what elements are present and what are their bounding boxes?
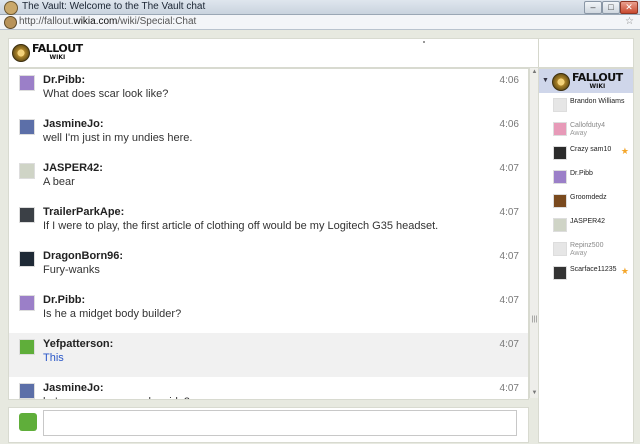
message-input-row <box>8 407 529 443</box>
maximize-button[interactable]: □ <box>602 1 620 14</box>
user-list-avatar <box>553 266 567 280</box>
user-list-avatar <box>553 218 567 232</box>
user-list-item[interactable]: Repinz500 Away <box>539 239 633 263</box>
chat-message: TrailerParkApe: If I were to play, the fi… <box>9 201 528 245</box>
user-list-avatar <box>553 170 567 184</box>
moderator-star-icon: ★ <box>620 266 629 276</box>
collapse-caret-icon[interactable]: ▼ <box>542 77 549 84</box>
user-list-item[interactable]: Groomdedz <box>539 191 633 215</box>
message-username[interactable]: TrailerParkApe: <box>43 206 124 218</box>
message-timestamp: 4:07 <box>499 163 519 174</box>
user-avatar[interactable] <box>19 383 35 399</box>
message-username[interactable]: JasmineJo: <box>43 118 104 130</box>
chat-message: Dr.Pibb: What does scar look like? 4:06 <box>9 69 528 113</box>
sidebar-vault-cog-icon <box>552 73 570 91</box>
user-list-item[interactable]: Brandon Williams <box>539 95 633 119</box>
message-text: Is he a midget body builder? <box>43 308 182 320</box>
user-list-item[interactable]: Dr.Pibb <box>539 167 633 191</box>
chat-message: JASPER42: A bear 4:07 <box>9 157 528 201</box>
chat-message: Dr.Pibb: Is he a midget body builder? 4:07 <box>9 289 528 333</box>
user-list-name: Crazy sam10 <box>570 146 612 153</box>
user-list-name: JASPER42 <box>570 218 606 225</box>
user-list-item[interactable]: Scarface11235 ★ <box>539 263 633 287</box>
message-username[interactable]: Dr.Pibb: <box>43 74 85 86</box>
chat-frame: FALLOUT WIKI Dr.Pibb: What does scar look… <box>0 30 640 444</box>
message-input[interactable] <box>43 410 517 436</box>
message-username[interactable]: Yefpatterson: <box>43 338 113 350</box>
message-text: If I were to play, the first article of … <box>43 220 439 232</box>
message-username[interactable]: Dr.Pibb: <box>43 294 85 306</box>
user-avatar[interactable] <box>19 295 35 311</box>
user-list-sidebar: ▼ FALLOUT WIKI Brandon Williams Callofdut… <box>538 68 634 443</box>
wiki-logo[interactable]: FALLOUT WIKI <box>12 42 83 62</box>
window-title: The Vault: Welcome to the The Vault chat <box>22 1 206 12</box>
url-prefix: http://fallout. <box>19 16 74 27</box>
address-bar[interactable]: http://fallout.wikia.com/wiki/Special:Ch… <box>0 15 640 30</box>
message-timestamp: 4:07 <box>499 295 519 306</box>
user-list-name: Brandon Williams <box>570 98 625 105</box>
chat-header: FALLOUT WIKI <box>8 38 634 68</box>
user-avatar[interactable] <box>19 75 35 91</box>
address-url[interactable]: http://fallout.wikia.com/wiki/Special:Ch… <box>19 15 196 29</box>
message-username[interactable]: JASPER42: <box>43 162 103 174</box>
user-list-name: Dr.Pibb <box>570 170 593 177</box>
message-timestamp: 4:07 <box>499 339 519 350</box>
header-dot <box>423 41 425 43</box>
user-list-header[interactable]: ▼ FALLOUT WIKI <box>539 69 633 93</box>
sidebar-logo-line1: FALLOUT <box>572 71 623 84</box>
message-timestamp: 4:06 <box>499 119 519 130</box>
user-list-item[interactable]: Callofduty4 Away <box>539 119 633 143</box>
chat-message: JasmineJo: he's gorgeous. enough said :3 4… <box>9 377 528 399</box>
user-list-name: Repinz500 <box>570 242 604 249</box>
message-timestamp: 4:07 <box>499 383 519 394</box>
sidebar-wiki-logo: FALLOUT WIKI <box>552 71 623 91</box>
close-button[interactable]: ✕ <box>620 1 638 14</box>
user-list-item[interactable]: JASPER42 <box>539 215 633 239</box>
site-favicon-icon <box>4 16 17 29</box>
message-text: Fury-wanks <box>43 264 100 276</box>
user-avatar[interactable] <box>19 119 35 135</box>
message-username[interactable]: JasmineJo: <box>43 382 104 394</box>
user-avatar[interactable] <box>19 251 35 267</box>
user-list-name: Groomdedz <box>570 194 607 201</box>
message-username[interactable]: DragonBorn96: <box>43 250 123 262</box>
user-list-avatar <box>553 122 567 136</box>
user-away-status: Away <box>570 130 587 137</box>
url-domain: wikia.com <box>73 16 118 27</box>
chat-messages: Dr.Pibb: What does scar look like? 4:06 Jas… <box>8 68 529 400</box>
chat-message: DragonBorn96: Fury-wanks 4:07 <box>9 245 528 289</box>
message-text: A bear <box>43 176 75 188</box>
window-titlebar: The Vault: Welcome to the The Vault chat… <box>0 0 640 15</box>
user-list-avatar <box>553 98 567 112</box>
message-timestamp: 4:07 <box>499 207 519 218</box>
chat-message: JasmineJo: well I'm just in my undies her… <box>9 113 528 157</box>
message-timestamp: 4:07 <box>499 251 519 262</box>
user-list-item[interactable]: Crazy sam10 ★ <box>539 143 633 167</box>
my-avatar <box>19 413 37 431</box>
user-list-avatar <box>553 146 567 160</box>
minimize-button[interactable]: – <box>584 1 602 14</box>
moderator-star-icon: ★ <box>620 146 629 156</box>
message-timestamp: 4:06 <box>499 75 519 86</box>
bookmark-star-icon[interactable]: ☆ <box>625 15 634 29</box>
user-avatar[interactable] <box>19 163 35 179</box>
user-avatar[interactable] <box>19 339 35 355</box>
message-text: he's gorgeous. enough said :3 <box>43 396 190 399</box>
message-text: What does scar look like? <box>43 88 169 100</box>
user-list-avatar <box>553 194 567 208</box>
header-divider <box>538 39 539 67</box>
scroll-grip-icon[interactable]: ||| <box>531 316 538 324</box>
logo-line1: FALLOUT <box>32 42 83 55</box>
message-text: well I'm just in my undies here. <box>43 132 193 144</box>
vault-cog-icon <box>12 44 30 62</box>
user-away-status: Away <box>570 250 587 257</box>
user-list-name: Callofduty4 <box>570 122 606 129</box>
chat-message: Yefpatterson: This 4:07 <box>9 333 528 377</box>
user-list-avatar <box>553 242 567 256</box>
user-avatar[interactable] <box>19 207 35 223</box>
user-list-name: Scarface11235 <box>570 266 617 273</box>
url-path: /wiki/Special:Chat <box>117 16 197 27</box>
message-text[interactable]: This <box>43 352 64 364</box>
app-icon <box>4 1 18 15</box>
